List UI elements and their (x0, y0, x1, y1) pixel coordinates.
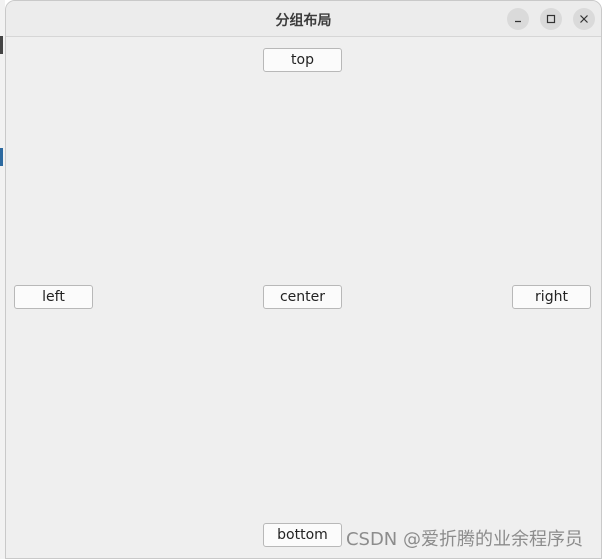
maximize-icon (546, 14, 556, 24)
top-button[interactable]: top (263, 48, 342, 72)
title-bar[interactable]: 分组布局 (6, 1, 601, 37)
bottom-button[interactable]: bottom (263, 523, 342, 547)
center-button[interactable]: center (263, 285, 342, 309)
right-button[interactable]: right (512, 285, 591, 309)
close-button[interactable] (573, 8, 595, 30)
desktop-artifact (0, 148, 3, 166)
close-icon (580, 15, 588, 23)
watermark-text: CSDN @爱折腾的业余程序员 (345, 529, 583, 550)
maximize-button[interactable] (540, 8, 562, 30)
minimize-button[interactable] (507, 8, 529, 30)
app-window: 分组布局 top left center right bottom CSDN @… (5, 0, 602, 559)
left-button[interactable]: left (14, 285, 93, 309)
desktop-artifact (0, 36, 3, 54)
minimize-icon (515, 20, 521, 23)
